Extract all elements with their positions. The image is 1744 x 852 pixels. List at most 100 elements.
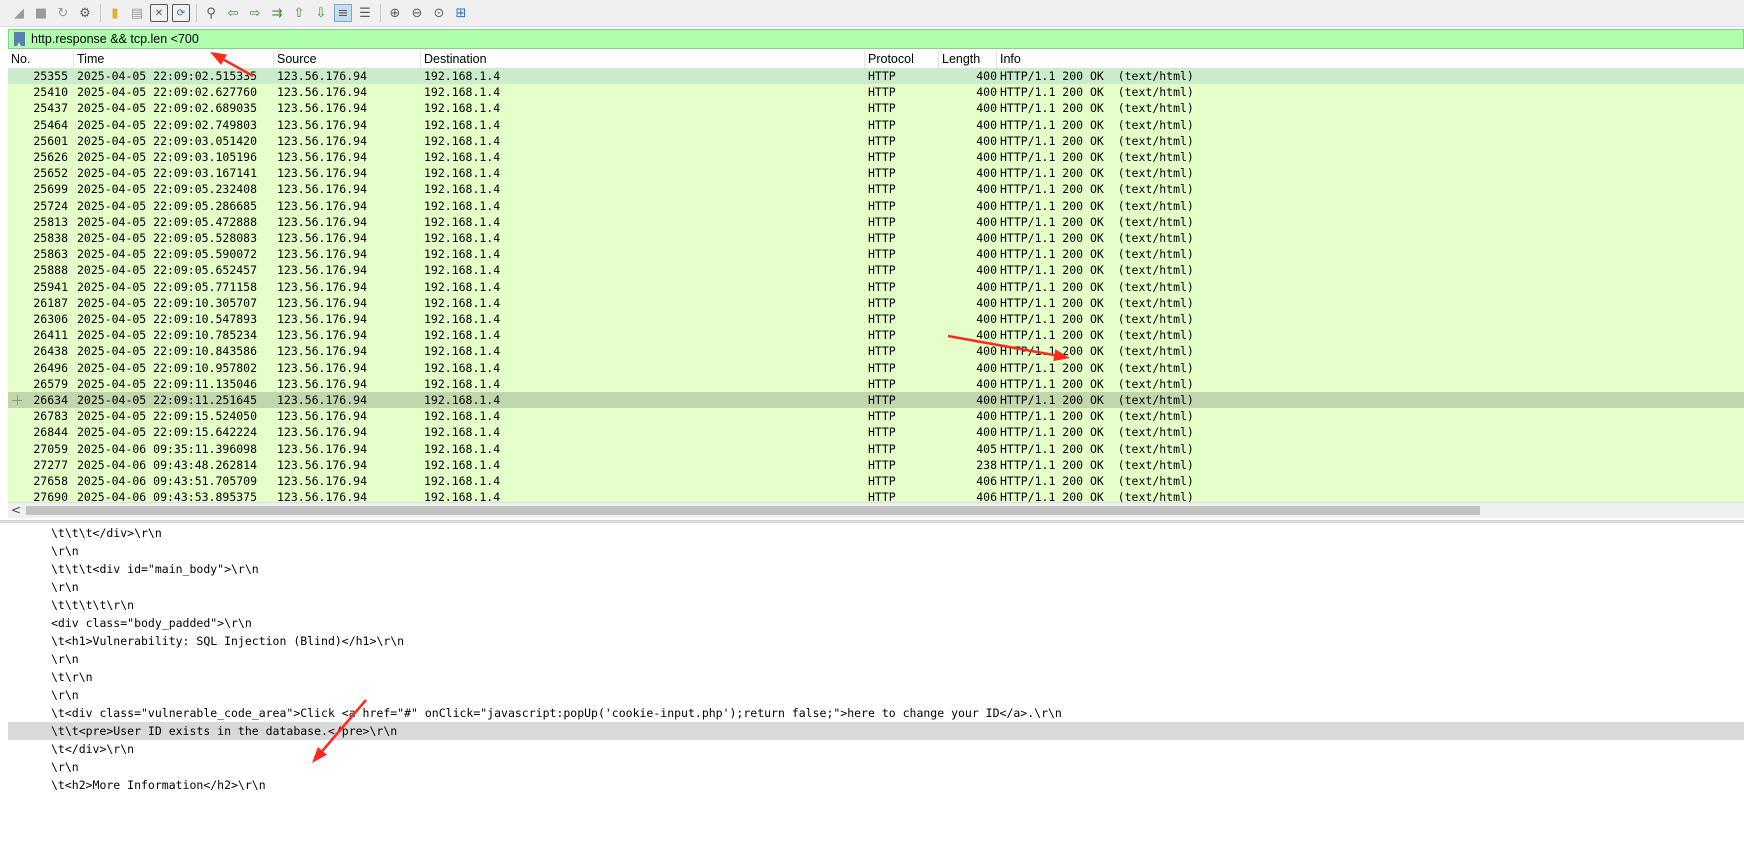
normal-size-icon[interactable]: ⊙	[430, 4, 448, 22]
colorize-icon[interactable]: ☰	[356, 4, 374, 22]
packet-row[interactable]: 25699 2025-04-05 22:09:05.232408 123.56.17…	[8, 181, 1744, 197]
cell-info: HTTP/1.1 200 OK (text/html)	[1000, 231, 1194, 245]
column-header-protocol[interactable]: Protocol	[865, 51, 939, 68]
packet-row[interactable]: 26496 2025-04-05 22:09:10.957802 123.56.17…	[8, 360, 1744, 376]
bookmark-icon[interactable]	[14, 32, 25, 46]
packet-list-hscrollbar[interactable]: <	[8, 502, 1744, 518]
cell-no: 26411	[33, 328, 68, 343]
cell-no: 26438	[33, 344, 68, 359]
cell-info: HTTP/1.1 200 OK (text/html)	[1000, 214, 1194, 229]
cell-proto: HTTP	[868, 133, 896, 148]
cell-proto: HTTP	[868, 214, 896, 229]
column-header-no[interactable]: No.	[8, 51, 74, 68]
cell-dst: 192.168.1.4	[424, 198, 501, 213]
open-file-icon[interactable]: ▮	[106, 4, 124, 22]
detail-line: \r\n	[51, 544, 79, 558]
cell-time: 2025-04-05 22:09:10.785234	[77, 328, 258, 343]
packet-row[interactable]: 25410 2025-04-05 22:09:02.627760 123.56.17…	[8, 84, 1744, 100]
packet-row[interactable]: 25464 2025-04-05 22:09:02.749803 123.56.17…	[8, 117, 1744, 133]
cell-len: 400	[976, 263, 997, 278]
pane-splitter[interactable]	[0, 520, 1744, 523]
packet-row[interactable]: 25888 2025-04-05 22:09:05.652457 123.56.17…	[8, 262, 1744, 278]
capture-options-icon[interactable]: ⚙	[76, 4, 94, 22]
zoom-out-icon[interactable]: ⊖	[408, 4, 426, 22]
packet-row[interactable]: 25941 2025-04-05 22:09:05.771158 123.56.17…	[8, 279, 1744, 295]
close-file-icon[interactable]: ✕	[150, 4, 168, 22]
cell-src: 123.56.176.94	[277, 457, 368, 472]
scroll-left-icon[interactable]: <	[11, 503, 23, 519]
packet-row[interactable]: 26438 2025-04-05 22:09:10.843586 123.56.17…	[8, 343, 1744, 359]
go-to-packet-icon[interactable]: ⇉	[268, 4, 286, 22]
cell-info: HTTP/1.1 200 OK (text/html)	[1000, 457, 1194, 472]
detail-line: \t\t<pre>User ID exists in the database.…	[8, 722, 1744, 740]
column-header-destination[interactable]: Destination	[421, 51, 865, 68]
packet-row[interactable]: 26634 2025-04-05 22:09:11.251645 123.56.17…	[8, 392, 1744, 409]
reload-file-icon[interactable]: ⟳	[172, 4, 190, 22]
packet-detail-pane[interactable]: \t\t\t</div>\r\n \r\n \t\t\t<div id="main_…	[8, 524, 1744, 852]
cell-proto: HTTP	[868, 344, 896, 359]
cell-dst: 192.168.1.4	[424, 312, 501, 326]
cell-time: 2025-04-05 22:09:03.167141	[77, 166, 258, 181]
packet-row[interactable]: 25724 2025-04-05 22:09:05.286685 123.56.17…	[8, 198, 1744, 214]
packet-row[interactable]: 26306 2025-04-05 22:09:10.547893 123.56.17…	[8, 311, 1744, 327]
packet-row[interactable]: 27690 2025-04-06 09:43:53.895375 123.56.17…	[8, 489, 1744, 502]
autoscroll-icon[interactable]: ≡	[334, 4, 352, 22]
cell-len: 400	[976, 312, 997, 326]
resize-columns-icon[interactable]: ⊞	[452, 4, 470, 22]
cell-proto: HTTP	[868, 393, 896, 407]
display-filter-input[interactable]	[31, 30, 1743, 48]
packet-row[interactable]: 25601 2025-04-05 22:09:03.051420 123.56.17…	[8, 133, 1744, 149]
cell-time: 2025-04-06 09:35:11.396098	[77, 441, 258, 456]
packet-list-header: No. Time Source Destination Protocol Len…	[8, 51, 1744, 69]
packet-row[interactable]: 26844 2025-04-05 22:09:15.642224 123.56.17…	[8, 424, 1744, 440]
packet-row[interactable]: 25355 2025-04-05 22:09:02.515335 123.56.17…	[8, 68, 1744, 85]
cell-src: 123.56.176.94	[277, 409, 368, 424]
scrollbar-thumb[interactable]	[26, 506, 1480, 515]
cell-proto: HTTP	[868, 312, 896, 326]
cell-time: 2025-04-05 22:09:02.627760	[77, 85, 258, 100]
stop-capture-icon[interactable]: ■	[32, 4, 50, 22]
packet-row[interactable]: 25838 2025-04-05 22:09:05.528083 123.56.17…	[8, 230, 1744, 246]
cell-time: 2025-04-06 09:43:48.262814	[77, 457, 258, 472]
packet-row[interactable]: 25813 2025-04-05 22:09:05.472888 123.56.17…	[8, 214, 1744, 230]
shark-fin-start-icon[interactable]: ◢	[10, 4, 28, 22]
packet-row[interactable]: 26411 2025-04-05 22:09:10.785234 123.56.17…	[8, 327, 1744, 343]
column-header-info[interactable]: Info	[997, 51, 1744, 68]
save-file-icon[interactable]: ▤	[128, 4, 146, 22]
cell-info: HTTP/1.1 200 OK (text/html)	[1000, 360, 1194, 375]
restart-capture-icon[interactable]: ↻	[54, 4, 72, 22]
packet-row[interactable]: 27658 2025-04-06 09:43:51.705709 123.56.17…	[8, 473, 1744, 489]
display-filter-bar	[8, 29, 1744, 49]
packet-row[interactable]: 27059 2025-04-06 09:35:11.396098 123.56.17…	[8, 441, 1744, 457]
cell-info: HTTP/1.1 200 OK (text/html)	[1000, 85, 1194, 100]
find-packet-icon[interactable]: ⚲	[202, 4, 220, 22]
cell-src: 123.56.176.94	[277, 344, 368, 359]
last-packet-icon[interactable]: ⇩	[312, 4, 330, 22]
packet-row[interactable]: 26783 2025-04-05 22:09:15.524050 123.56.17…	[8, 408, 1744, 424]
cell-info: HTTP/1.1 200 OK (text/html)	[1000, 393, 1194, 407]
packet-list[interactable]: No. Time Source Destination Protocol Len…	[8, 51, 1744, 502]
zoom-in-icon[interactable]: ⊕	[386, 4, 404, 22]
packet-row[interactable]: 25863 2025-04-05 22:09:05.590072 123.56.17…	[8, 246, 1744, 262]
packet-row[interactable]: 26187 2025-04-05 22:09:10.305707 123.56.17…	[8, 295, 1744, 311]
column-header-source[interactable]: Source	[274, 51, 421, 68]
cell-dst: 192.168.1.4	[424, 166, 501, 181]
cell-time: 2025-04-05 22:09:05.472888	[77, 214, 258, 229]
first-packet-icon[interactable]: ⇧	[290, 4, 308, 22]
cell-no: 27059	[33, 441, 68, 456]
packet-row[interactable]: 25652 2025-04-05 22:09:03.167141 123.56.17…	[8, 165, 1744, 181]
packet-row[interactable]: 27277 2025-04-06 09:43:48.262814 123.56.17…	[8, 457, 1744, 473]
column-header-length[interactable]: Length	[939, 51, 997, 68]
cell-info: HTTP/1.1 200 OK (text/html)	[1000, 101, 1194, 116]
cell-dst: 192.168.1.4	[424, 247, 501, 262]
cell-len: 238	[976, 457, 997, 472]
go-forward-icon[interactable]: ⇨	[246, 4, 264, 22]
packet-row[interactable]: 25437 2025-04-05 22:09:02.689035 123.56.17…	[8, 100, 1744, 116]
cell-src: 123.56.176.94	[277, 150, 368, 164]
cell-no: 26496	[33, 360, 68, 375]
cell-dst: 192.168.1.4	[424, 150, 501, 164]
packet-row[interactable]: 26579 2025-04-05 22:09:11.135046 123.56.17…	[8, 376, 1744, 392]
go-back-icon[interactable]: ⇦	[224, 4, 242, 22]
column-header-time[interactable]: Time	[74, 51, 274, 68]
packet-row[interactable]: 25626 2025-04-05 22:09:03.105196 123.56.17…	[8, 149, 1744, 165]
